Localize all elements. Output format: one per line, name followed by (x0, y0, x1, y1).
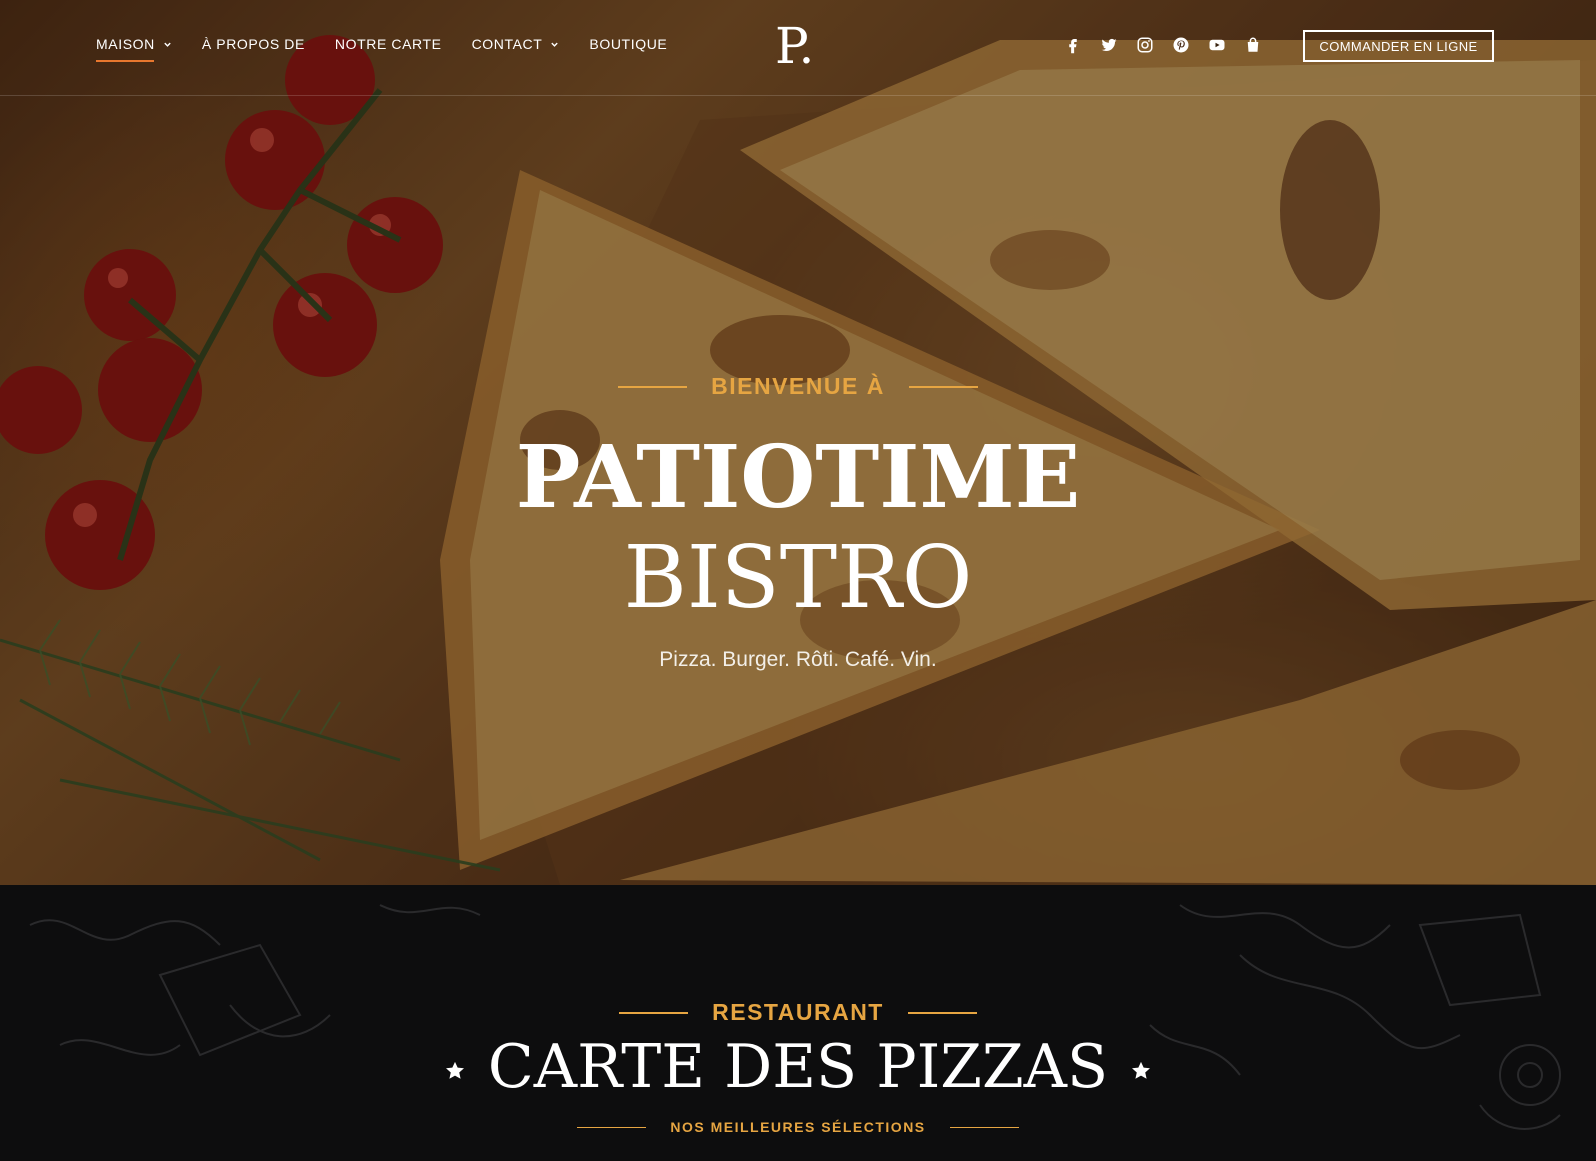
chevron-down-icon (551, 42, 559, 47)
nav-item-contact[interactable]: CONTACT (472, 36, 560, 52)
star-icon (1130, 1060, 1152, 1082)
eyebrow-line-right (949, 1126, 1019, 1128)
facebook-icon[interactable] (1063, 35, 1083, 55)
nav-item-label: CONTACT (471, 36, 543, 52)
menu-title: CARTE DES PIZZAS (0, 1030, 1596, 1104)
hero-eyebrow: BIENVENUE À (0, 372, 1596, 400)
eyebrow-line-right (907, 1011, 977, 1014)
twitter-icon[interactable] (1099, 35, 1119, 55)
social-links (1063, 35, 1263, 55)
nav-item-boutique[interactable]: BOUTIQUE (589, 36, 667, 52)
menu-subtitle-text: NOS MEILLEURES SÉLECTIONS (670, 1119, 926, 1136)
menu-subtitle: NOS MEILLEURES SÉLECTIONS (0, 1118, 1596, 1135)
nav-item-a-propos[interactable]: À PROPOS DE (202, 36, 305, 52)
pinterest-icon[interactable] (1171, 35, 1191, 55)
menu-eyebrow: RESTAURANT (0, 998, 1596, 1026)
star-icon (444, 1060, 466, 1082)
main-nav: MAISON À PROPOS DE NOTRE CARTE CONTACT B… (96, 36, 667, 62)
eyebrow-line-left (619, 1011, 689, 1014)
youtube-icon[interactable] (1207, 35, 1227, 55)
order-online-button[interactable]: COMMANDER EN LIGNE (1303, 30, 1494, 62)
nav-item-label: À PROPOS DE (201, 36, 305, 52)
eyebrow-line-left (618, 385, 688, 388)
nav-item-label: BOUTIQUE (589, 36, 668, 52)
nav-item-maison[interactable]: MAISON (96, 36, 172, 62)
shopping-bag-icon[interactable] (1243, 35, 1263, 55)
menu-eyebrow-text: RESTAURANT (712, 999, 884, 1026)
eyebrow-line-right (908, 385, 978, 388)
eyebrow-line-left (577, 1126, 647, 1128)
nav-item-label: NOTRE CARTE (334, 36, 442, 52)
hero-title-line2: BISTRO (623, 528, 973, 628)
chevron-down-icon (164, 42, 171, 47)
nav-item-notre-carte[interactable]: NOTRE CARTE (335, 36, 442, 52)
site-header: MAISON À PROPOS DE NOTRE CARTE CONTACT B… (0, 0, 1596, 96)
site-logo[interactable]: P. (775, 18, 814, 74)
menu-title-text: CARTE DES PIZZAS (487, 1032, 1109, 1102)
instagram-icon[interactable] (1135, 35, 1155, 55)
hero-eyebrow-text: BIENVENUE À (711, 373, 885, 400)
hero-subtitle: Pizza. Burger. Rôti. Café. Vin. (659, 648, 937, 671)
nav-item-label: MAISON (96, 36, 155, 52)
hero-title-line1: PATIOTIME (515, 427, 1081, 528)
